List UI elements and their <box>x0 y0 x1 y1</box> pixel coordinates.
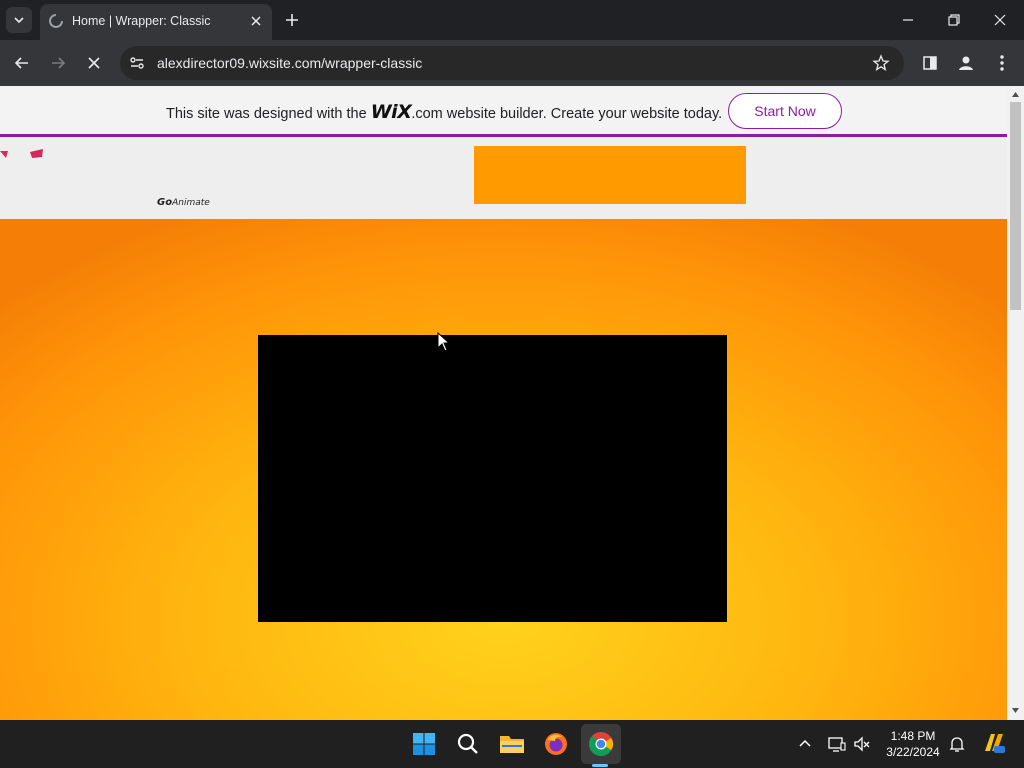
page-scrollbar[interactable] <box>1007 86 1024 720</box>
page-viewport: This site was designed with the WiX.com … <box>0 86 1024 720</box>
goanimate-logo[interactable]: GoAnimate <box>157 197 210 208</box>
stop-loading-icon[interactable] <box>84 53 104 73</box>
notification-bell-icon[interactable] <box>947 734 967 754</box>
bookmark-star-icon[interactable] <box>872 54 890 72</box>
clock-time: 1:48 PM <box>890 729 936 743</box>
profile-icon[interactable] <box>956 53 976 73</box>
site-header: GoAnimate <box>0 137 1007 219</box>
wix-ad-banner: This site was designed with the WiX.com … <box>0 86 1007 137</box>
scroll-down-arrow-icon[interactable] <box>1011 706 1020 715</box>
display-icon[interactable] <box>827 734 847 754</box>
forward-icon[interactable] <box>48 53 68 73</box>
tab-title: Home | Wrapper: Classic <box>72 14 211 28</box>
minimize-icon[interactable] <box>898 10 918 30</box>
video-player[interactable] <box>258 335 727 622</box>
wix-banner-text: This site was designed with the WiX.com … <box>166 101 722 123</box>
firefox-icon[interactable] <box>540 728 572 760</box>
tab-search-button[interactable] <box>6 7 32 33</box>
address-bar[interactable]: alexdirector09.wixsite.com/wrapper-class… <box>120 46 904 80</box>
menu-kebab-icon[interactable] <box>992 53 1012 73</box>
start-now-button[interactable]: Start Now <box>728 93 842 129</box>
windows-start-icon[interactable] <box>408 728 440 760</box>
windows-taskbar: 1:48 PM 3/22/2024 <box>0 720 1024 768</box>
new-tab-icon[interactable] <box>282 10 302 30</box>
side-panel-icon[interactable] <box>920 53 940 73</box>
chevron-down-icon <box>14 17 24 24</box>
scroll-thumb[interactable] <box>1010 102 1021 310</box>
chevron-up-icon[interactable] <box>795 734 815 754</box>
logo-fragment-icon <box>0 149 43 158</box>
goanimate-logo-rest: Animate <box>172 198 210 208</box>
hero-section <box>0 219 1007 720</box>
search-icon[interactable] <box>452 728 484 760</box>
wix-banner-text-before: This site was designed with the <box>166 106 371 122</box>
chrome-icon[interactable] <box>585 728 617 760</box>
close-tab-icon[interactable] <box>248 13 264 29</box>
header-orange-banner[interactable] <box>474 146 746 204</box>
active-app-indicator <box>592 764 608 767</box>
file-explorer-icon[interactable] <box>496 728 528 760</box>
goanimate-logo-bold: Go <box>157 197 173 208</box>
wix-logo[interactable]: WiX <box>371 101 412 123</box>
system-clock[interactable]: 1:48 PM 3/22/2024 <box>880 728 946 760</box>
volume-muted-icon[interactable] <box>852 734 872 754</box>
tab-strip: Home | Wrapper: Classic <box>0 0 1024 40</box>
browser-toolbar: alexdirector09.wixsite.com/wrapper-class… <box>0 40 1024 86</box>
url-text: alexdirector09.wixsite.com/wrapper-class… <box>157 55 423 71</box>
wix-banner-text-after: .com website builder. Create your websit… <box>411 106 723 122</box>
restore-icon[interactable] <box>944 10 964 30</box>
browser-tab[interactable]: Home | Wrapper: Classic <box>40 4 272 40</box>
scroll-up-arrow-icon[interactable] <box>1011 90 1020 99</box>
close-window-icon[interactable] <box>990 10 1010 30</box>
mouse-cursor-icon <box>437 332 451 352</box>
copilot-pre-icon[interactable] <box>982 731 1006 755</box>
loading-spinner-icon <box>49 14 63 28</box>
site-info-icon[interactable] <box>128 54 146 72</box>
clock-date: 3/22/2024 <box>886 745 940 759</box>
back-icon[interactable] <box>12 53 32 73</box>
